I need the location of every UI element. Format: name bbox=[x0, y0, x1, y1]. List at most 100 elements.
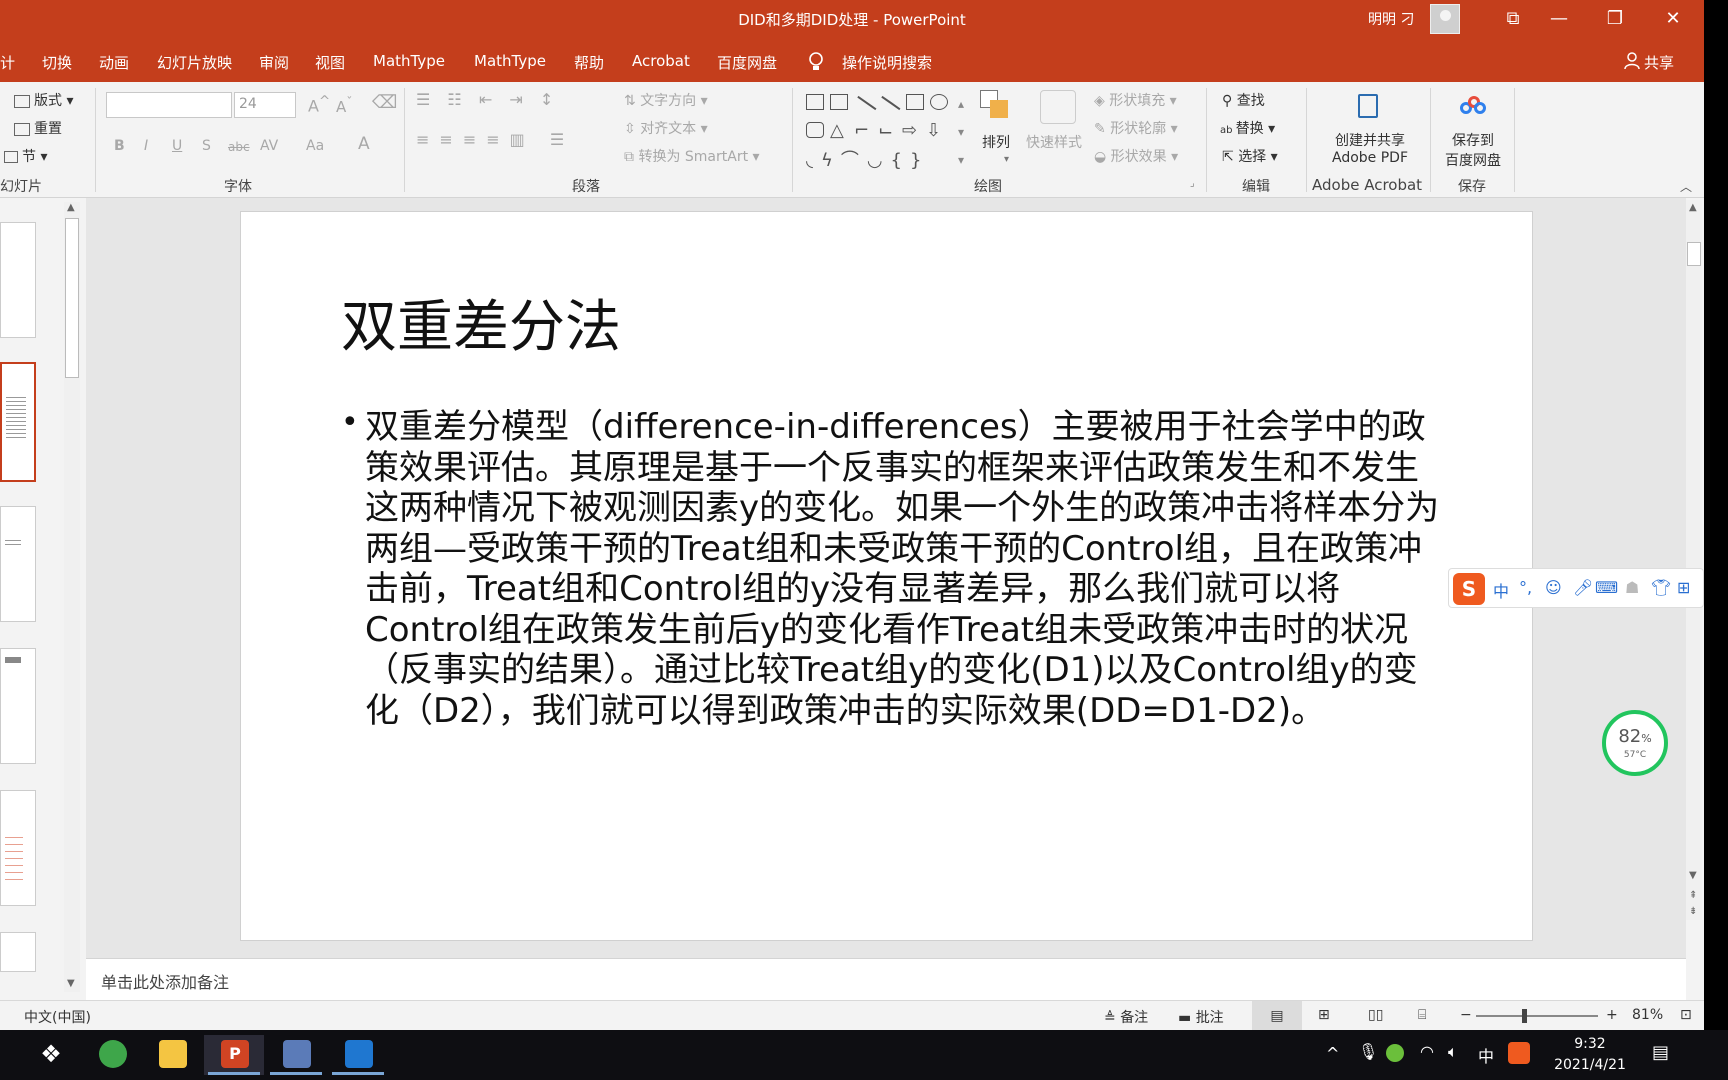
italic-button[interactable]: I bbox=[144, 138, 148, 154]
share-button[interactable]: 共享 bbox=[1644, 52, 1674, 73]
quick-styles-button[interactable]: 快速样式 bbox=[1026, 132, 1082, 152]
ime-tray-indicator[interactable]: 中 bbox=[1478, 1043, 1494, 1067]
thumbnails-scrollbar[interactable]: ▲ ▼ bbox=[64, 202, 80, 992]
align-buttons-icon[interactable]: ≡≡≡≡▥ ☰ bbox=[416, 130, 574, 149]
font-name-input[interactable] bbox=[106, 92, 232, 118]
slide-scrollbar[interactable]: ▲ ▼ ⇞ ⇟ bbox=[1686, 200, 1702, 920]
sogou-logo-icon[interactable]: S bbox=[1453, 573, 1485, 605]
triangle-icon[interactable]: △ bbox=[830, 120, 844, 141]
notes-pane[interactable]: 单击此处添加备注 bbox=[86, 958, 1686, 1000]
performance-gauge[interactable]: 82% 57°C bbox=[1602, 710, 1668, 776]
right-arrow-icon[interactable]: ⇨ bbox=[902, 120, 917, 141]
vertical-textbox-icon[interactable] bbox=[830, 94, 848, 110]
scrollbar-thumb[interactable] bbox=[1687, 242, 1701, 266]
replace-button[interactable]: ab 替换 ▾ bbox=[1220, 118, 1275, 138]
emoji-icon[interactable]: ☺ bbox=[1545, 578, 1562, 597]
scroll-up-icon[interactable]: ▲ bbox=[67, 202, 75, 213]
create-share-pdf-button[interactable]: 创建并共享 Adobe PDF bbox=[1330, 130, 1410, 166]
rectangle-icon[interactable] bbox=[906, 94, 924, 110]
font-color-button[interactable]: A bbox=[358, 134, 370, 154]
tab-animations[interactable]: 动画 bbox=[99, 52, 129, 73]
taskbar-app-blue[interactable] bbox=[328, 1035, 388, 1075]
tell-me-search[interactable]: 操作说明搜索 bbox=[842, 52, 932, 73]
tab-baidu[interactable]: 百度网盘 bbox=[717, 52, 777, 73]
volume-icon[interactable]: 🔈︎ bbox=[1448, 1042, 1458, 1062]
previous-slide-icon[interactable]: ⇞ bbox=[1689, 890, 1697, 901]
reset-button[interactable]: 重置 bbox=[14, 118, 62, 138]
slide-thumbnail[interactable] bbox=[0, 790, 36, 906]
tab-acrobat[interactable]: Acrobat bbox=[632, 52, 690, 70]
scroll-down-icon[interactable]: ▼ bbox=[67, 978, 75, 989]
layout-button[interactable]: 版式 ▾ bbox=[14, 90, 73, 110]
find-button[interactable]: ⚲ 查找 bbox=[1222, 90, 1265, 110]
ime-toolbar[interactable]: S 中 °, ☺ 🎤︎ ⌨ ☗ 👕︎ ⊞ bbox=[1448, 568, 1704, 608]
line-icon[interactable] bbox=[857, 95, 877, 110]
taskbar-browser[interactable] bbox=[82, 1035, 142, 1075]
rounded-rect-icon[interactable] bbox=[806, 122, 824, 138]
tab-mathtype-1[interactable]: MathType bbox=[373, 52, 445, 70]
user-name[interactable]: 明明 刁 bbox=[1368, 9, 1414, 29]
arrange-button[interactable]: 排列 bbox=[982, 132, 1010, 152]
underline-button[interactable]: U bbox=[172, 138, 182, 154]
down-arrow-icon[interactable]: ⇩ bbox=[926, 120, 941, 141]
slide-thumbnail-selected[interactable] bbox=[0, 362, 36, 482]
shapes-gallery[interactable]: △ ⌐ ⌙ ⇨ ⇩ ◟ϟ⌒◡{} bbox=[802, 90, 966, 171]
tray-chevron-icon[interactable]: ^ bbox=[1326, 1044, 1339, 1063]
shadow-button[interactable]: S bbox=[202, 138, 211, 154]
grid-icon[interactable]: ⊞ bbox=[1677, 578, 1690, 597]
section-button[interactable]: 节 ▾ bbox=[4, 146, 47, 166]
tab-transitions[interactable]: 切换 bbox=[42, 52, 72, 73]
keyboard-icon[interactable]: ⌨ bbox=[1595, 578, 1618, 597]
scrollbar-thumb[interactable] bbox=[65, 218, 79, 378]
next-slide-icon[interactable]: ⇟ bbox=[1689, 906, 1697, 917]
shape-fill-button[interactable]: ◈ 形状填充 ▾ bbox=[1094, 90, 1177, 110]
slide-thumbnail[interactable] bbox=[0, 506, 36, 622]
slide-title[interactable]: 双重差分法 bbox=[341, 282, 621, 363]
ime-mode[interactable]: 中 bbox=[1493, 578, 1509, 602]
microphone-icon[interactable]: 🎙︎ bbox=[1358, 1042, 1378, 1061]
notes-toggle-button[interactable]: ≜ 备注 bbox=[1104, 1007, 1148, 1027]
grow-font-icon[interactable]: A^ bbox=[308, 94, 330, 115]
text-direction-button[interactable]: ⇅ 文字方向 ▾ bbox=[624, 90, 708, 110]
scroll-up-icon[interactable]: ▲ bbox=[1689, 202, 1697, 213]
zoom-in-button[interactable]: + bbox=[1606, 1007, 1618, 1023]
ime-punct[interactable]: °, bbox=[1519, 578, 1532, 597]
save-to-baidu-button[interactable]: 保存到 百度网盘 bbox=[1440, 130, 1506, 170]
tab-view[interactable]: 视图 bbox=[315, 52, 345, 73]
list-buttons-icon[interactable]: ☰ ☷ ⇤ ⇥ ↕ bbox=[416, 90, 559, 109]
oval-icon[interactable] bbox=[930, 94, 948, 110]
slide-body-text[interactable]: 双重差分模型（difference-in-differences）主要被用于社会… bbox=[365, 407, 1445, 731]
collapse-ribbon-icon[interactable]: ︿ bbox=[1680, 178, 1692, 195]
normal-view-icon[interactable]: ▤ bbox=[1252, 1001, 1302, 1030]
slideshow-icon[interactable]: ⌸ bbox=[1418, 1007, 1426, 1023]
slide-sorter-icon[interactable]: ⊞ bbox=[1318, 1007, 1330, 1023]
skin-icon[interactable]: ☗ bbox=[1625, 578, 1639, 597]
slide-thumbnail[interactable] bbox=[0, 932, 36, 972]
clock[interactable]: 9:32 2021/4/21 bbox=[1550, 1034, 1630, 1076]
align-text-button[interactable]: ⇳ 对齐文本 ▾ bbox=[624, 118, 708, 138]
font-size-input[interactable]: 24 bbox=[234, 92, 296, 118]
reading-view-icon[interactable]: ▯▯ bbox=[1368, 1007, 1383, 1023]
slide-thumbnail[interactable] bbox=[0, 222, 36, 338]
clear-format-icon[interactable]: ⌫ bbox=[372, 92, 397, 113]
ribbon-display-options-button[interactable]: ⧉ bbox=[1490, 4, 1536, 34]
close-button[interactable]: ✕ bbox=[1650, 4, 1696, 34]
select-button[interactable]: ⇱ 选择 ▾ bbox=[1222, 146, 1278, 166]
taskbar-file-explorer[interactable] bbox=[142, 1035, 202, 1075]
char-spacing-button[interactable]: AV bbox=[260, 138, 278, 154]
taskbar-app-grid[interactable] bbox=[266, 1035, 326, 1075]
wifi-icon[interactable]: ◠ bbox=[1420, 1042, 1434, 1061]
slide-thumbnail[interactable] bbox=[0, 648, 36, 764]
convert-smartart-button[interactable]: ⧉ 转换为 SmartArt ▾ bbox=[624, 146, 760, 166]
shape-outline-button[interactable]: ✎ 形状轮廓 ▾ bbox=[1094, 118, 1178, 138]
notes-placeholder[interactable]: 单击此处添加备注 bbox=[101, 969, 229, 993]
shape-effects-button[interactable]: ◒ 形状效果 ▾ bbox=[1094, 146, 1178, 166]
change-case-button[interactable]: Aa bbox=[306, 138, 324, 154]
tab-mathtype-2[interactable]: MathType bbox=[474, 52, 546, 70]
zoom-slider[interactable] bbox=[1476, 1009, 1598, 1023]
maximize-button[interactable]: ❐ bbox=[1592, 4, 1638, 34]
notification-center-icon[interactable]: ▤ bbox=[1652, 1042, 1669, 1063]
elbow-connector-icon[interactable]: ⌙ bbox=[878, 120, 893, 141]
tab-slideshow[interactable]: 幻灯片放映 bbox=[157, 52, 232, 73]
security-tray-icon[interactable] bbox=[1386, 1044, 1404, 1062]
